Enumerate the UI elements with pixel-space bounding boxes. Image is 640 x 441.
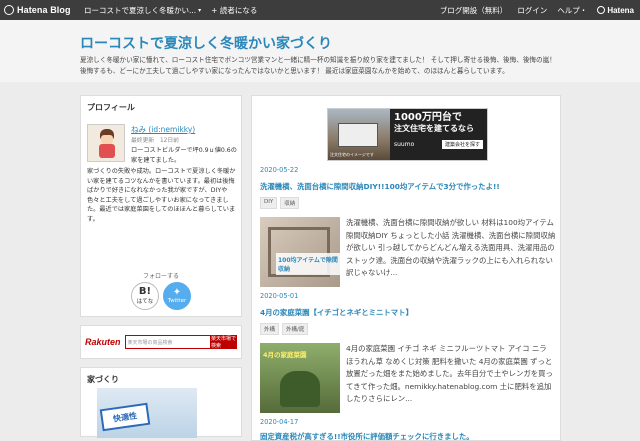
ad-cta-button[interactable]: 建築会社を探す bbox=[441, 140, 483, 149]
rakuten-logo: Rakuten bbox=[85, 337, 121, 347]
entry-excerpt: 4月の家庭菜園 イチゴ ネギ ミニフルーツトマト アイコ ニラ ほうれん草 なめ… bbox=[346, 344, 553, 403]
hatena-brand-link[interactable]: Hatena bbox=[597, 6, 634, 15]
rakuten-search-input[interactable]: 楽天市場の商品検索 bbox=[124, 335, 211, 349]
entry-date[interactable]: 2020-04-17 bbox=[260, 418, 556, 426]
entry-excerpt: 洗濯機横、洗面台横に隙間収納が欲しい 材料は100均アイテム 隙間収納DIY ち… bbox=[346, 218, 556, 277]
entry-body: 100均アイテムで隙間収納 洗濯機横、洗面台横に隙間収納が欲しい 材料は100均… bbox=[260, 217, 556, 287]
logo-text: Hatena Blog bbox=[17, 5, 71, 15]
help-link[interactable]: ヘルプ・ bbox=[557, 5, 587, 16]
twitter-bird-icon: ✦ bbox=[172, 287, 182, 298]
category-card: 家づくり 快適性 bbox=[80, 367, 242, 438]
ad-headline: 1000万円台で bbox=[394, 112, 462, 123]
blog-title-dropdown[interactable]: ローコストで夏涼しく冬暖かい... bbox=[84, 5, 196, 16]
entry-thumbnail[interactable]: 4月の家庭菜園 bbox=[260, 343, 340, 413]
article-entry: 2020-05-22 洗濯機横、洗面台横に隙間収納DIY!!100均アイテムで3… bbox=[260, 166, 556, 287]
article-entry: 2020-05-01 4月の家庭菜園【イチゴとネギとミニトマト】 外構 外構/庭… bbox=[260, 292, 556, 413]
suumo-advertisement[interactable]: 注文住宅のイメージです 1000万円台で 注文住宅を建てるなら suumo 建築… bbox=[327, 108, 488, 161]
twitter-follow-button[interactable]: ✦ Twitter bbox=[163, 282, 191, 310]
subscribe-button[interactable]: + 読者になる bbox=[211, 5, 257, 16]
thumbnail-caption: 100均アイテムで隙間収納 bbox=[276, 253, 340, 275]
ad-house-image: 注文住宅のイメージです bbox=[328, 109, 390, 160]
blog-description: 夏涼しく冬暖かい家に憧れて、ローコスト住宅でボンコツ営業マンと一緒に精一杯の知識… bbox=[80, 56, 556, 75]
entry-date[interactable]: 2020-05-01 bbox=[260, 292, 556, 300]
entry-thumbnail[interactable]: 100均アイテムで隙間収納 bbox=[260, 217, 340, 287]
create-blog-link[interactable]: ブログ開設（無料） bbox=[440, 5, 508, 16]
last-updated: 最終更新 12日前 bbox=[131, 138, 179, 144]
hatena-logo-icon bbox=[4, 5, 14, 15]
tag-garden[interactable]: 外構/庭 bbox=[282, 323, 309, 335]
hatena-blog-logo[interactable]: Hatena Blog bbox=[0, 5, 82, 15]
entry-body: 4月の家庭菜園 4月の家庭菜園 イチゴ ネギ ミニフルーツトマト アイコ ニラ … bbox=[260, 343, 556, 413]
entry-date[interactable]: 2020-05-22 bbox=[260, 166, 556, 174]
avatar[interactable] bbox=[87, 124, 125, 162]
profile-name-link[interactable]: ねみ (id:nemikky) bbox=[131, 124, 195, 135]
rakuten-search-widget: Rakuten 楽天市場の商品検索 楽天市場で検索 bbox=[80, 325, 242, 359]
entry-title[interactable]: 洗濯機横、洗面台横に隙間収納DIY!!100均アイテムで3分で作ったよ!! bbox=[260, 181, 556, 192]
profile-body: 家づくりの失敗や成功。ローコストで夏涼しく冬暖かい家を建てるコツなんかを書いてい… bbox=[87, 168, 236, 223]
ad-caption: 注文住宅のイメージです bbox=[330, 152, 374, 157]
entry-tags: 外構 外構/庭 bbox=[260, 323, 556, 335]
blog-header: ローコストで夏涼しく冬暖かい家づくり 夏涼しく冬暖かい家に憧れて、ローコスト住宅… bbox=[0, 20, 640, 82]
twitter-follow-label: Twitter bbox=[167, 298, 187, 304]
hatena-follow-label: はてな bbox=[136, 299, 154, 305]
ad-brand: suumo bbox=[394, 141, 415, 148]
profile-intro: ローコストビルダーで坪0.9ｕ値0.6の家を建てました。 bbox=[131, 147, 237, 164]
ad-subheadline: 注文住宅を建てるなら bbox=[394, 124, 474, 133]
entry-title[interactable]: 固定資産税が高すぎる!!市役所に評価額チェックに行きました。 bbox=[260, 431, 556, 441]
main-content: 注文住宅のイメージです 1000万円台で 注文住宅を建てるなら suumo 建築… bbox=[251, 95, 561, 441]
profile-card: プロフィール ねみ (id:nemikky) 最終更新 12日前 ローコストビル… bbox=[80, 95, 242, 317]
blog-title[interactable]: ローコストで夏涼しく冬暖かい家づくり bbox=[80, 33, 332, 53]
thumbnail-caption: 4月の家庭菜園 bbox=[263, 351, 307, 359]
tag-storage[interactable]: 収納 bbox=[280, 197, 300, 209]
entry-title[interactable]: 4月の家庭菜園【イチゴとネギとミニトマト】 bbox=[260, 307, 556, 318]
chevron-down-icon[interactable]: ▾ bbox=[198, 7, 201, 14]
hatena-b-icon: B! bbox=[138, 286, 152, 297]
profile-heading: プロフィール bbox=[87, 103, 135, 112]
top-right-links: ブログ開設（無料） ログイン ヘルプ・ Hatena bbox=[440, 5, 640, 16]
sidebar: プロフィール ねみ (id:nemikky) 最終更新 12日前 ローコストビル… bbox=[80, 95, 242, 441]
tag-diy[interactable]: DIY bbox=[260, 197, 278, 209]
top-navigation-bar: Hatena Blog ローコストで夏涼しく冬暖かい... ▾ + 読者になる … bbox=[0, 0, 640, 20]
brand-text: Hatena bbox=[607, 5, 634, 15]
article-entry: 2020-04-17 固定資産税が高すぎる!!市役所に評価額チェックに行きました… bbox=[260, 418, 556, 441]
rakuten-search-button[interactable]: 楽天市場で検索 bbox=[211, 335, 237, 349]
hatena-follow-button[interactable]: B! はてな bbox=[131, 282, 159, 310]
ad-text-panel: 1000万円台で 注文住宅を建てるなら suumo 建築会社を探す bbox=[390, 109, 487, 160]
category-heading: 家づくり bbox=[87, 375, 119, 384]
follow-label: フォローする bbox=[142, 273, 179, 280]
tag-exterior[interactable]: 外構 bbox=[260, 323, 280, 335]
login-link[interactable]: ログイン bbox=[517, 5, 547, 16]
entry-tags: DIY 収納 bbox=[260, 197, 556, 209]
hatena-logo-icon bbox=[597, 6, 606, 14]
